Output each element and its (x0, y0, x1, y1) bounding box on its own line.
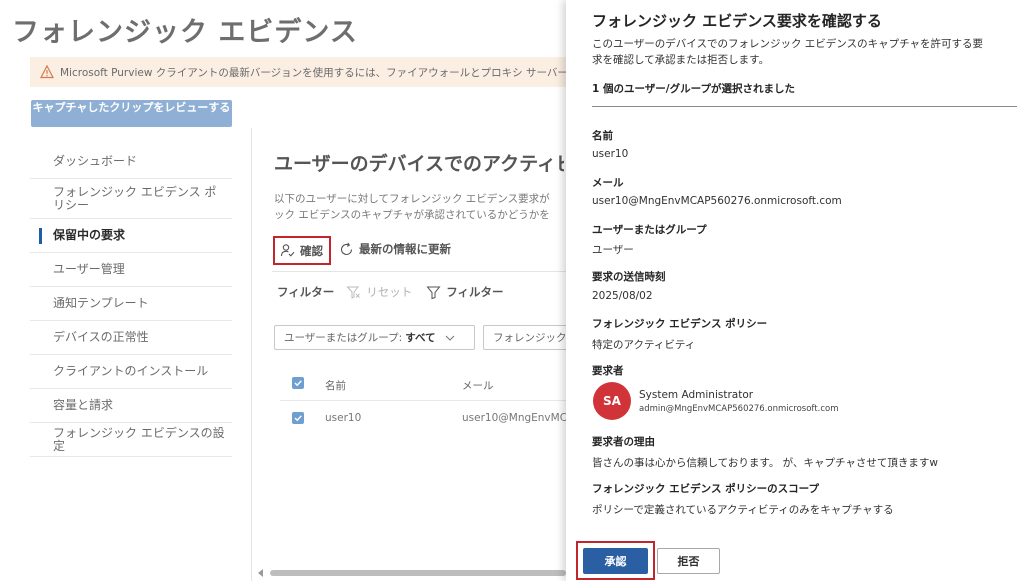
sidebar-item-capacity-billing[interactable]: 容量と請求 (30, 389, 232, 423)
scroll-thumb[interactable] (270, 570, 566, 576)
requester-label: 要求者 (592, 365, 624, 377)
sidebar-item-forensic-policy[interactable]: フォレンジック エビデンス ポリシー (30, 179, 232, 219)
chevron-down-icon (445, 332, 455, 344)
scope-value: ポリシーで定義されているアクティビティのみをキャプチャする (592, 504, 894, 516)
select-all-checkbox[interactable] (292, 377, 304, 389)
panel-title: フォレンジック エビデンス要求を確認する (592, 12, 882, 30)
warning-text: Microsoft Purview クライアントの最新バージョンを使用するには、… (60, 66, 590, 79)
sidebar-item-device-health[interactable]: デバイスの正常性 (30, 321, 232, 355)
column-header-email[interactable]: メール (462, 378, 494, 393)
filter-label: フィルター (277, 285, 335, 299)
scope-label: フォレンジック エビデンス ポリシーのスコープ (592, 483, 819, 495)
warning-banner: Microsoft Purview クライアントの最新バージョンを使用するには、… (30, 57, 590, 87)
name-value: user10 (592, 148, 629, 160)
policy-value: 特定のアクティビティ (592, 339, 696, 351)
confirm-button[interactable]: 確認 (273, 236, 331, 265)
refresh-button[interactable]: 最新の情報に更新 (339, 241, 451, 257)
refresh-label: 最新の情報に更新 (359, 242, 451, 256)
approve-button[interactable]: 承認 (583, 548, 648, 574)
review-request-panel: フォレンジック エビデンス要求を確認する このユーザーのデバイスでのフォレンジッ… (566, 0, 1024, 581)
policy-label: フォレンジック エビデンス ポリシー (592, 318, 768, 330)
reason-label: 要求者の理由 (592, 436, 655, 448)
reset-filter-button[interactable]: リセット (346, 284, 412, 300)
table-cell-name[interactable]: user10 (325, 412, 361, 424)
name-label: 名前 (592, 130, 613, 142)
forensic-dropdown[interactable]: フォレンジック (483, 325, 566, 350)
table-header-divider (280, 400, 566, 401)
sent-time-label: 要求の送信時刻 (592, 271, 666, 283)
main-heading: ユーザーのデバイスでのアクティビティ (274, 153, 564, 175)
content-divider (251, 128, 252, 581)
reject-button[interactable]: 拒否 (657, 548, 720, 574)
scroll-left-icon[interactable] (258, 569, 263, 577)
confirm-label: 確認 (300, 243, 323, 258)
panel-divider (592, 106, 1017, 107)
filter-bar: フィルター リセット フィルター (277, 284, 504, 300)
user-type-label: ユーザーまたはグループ (592, 224, 707, 236)
table-cell-email: user10@MngEnvMCAP560276.onmicrosoft.com (462, 412, 566, 424)
email-value: user10@MngEnvMCAP560276.onmicrosoft.com (592, 195, 842, 207)
column-header-name[interactable]: 名前 (325, 378, 346, 393)
toolbar-divider (272, 271, 566, 272)
email-label: メール (592, 177, 624, 189)
selected-count: 1 個のユーザー/グループが選択されました (592, 83, 795, 95)
sidebar-item-pending-requests[interactable]: 保留中の要求 (30, 219, 232, 253)
sidebar-nav: ダッシュボード フォレンジック エビデンス ポリシー 保留中の要求 ユーザー管理… (30, 145, 232, 457)
person-check-icon (280, 243, 295, 258)
user-group-value: すべて (405, 332, 436, 344)
row-checkbox[interactable] (292, 412, 304, 424)
main-description: 以下のユーザーに対してフォレンジック エビデンス要求が ック エビデンスのキャプ… (274, 193, 550, 221)
warning-icon (40, 64, 54, 79)
filter-button[interactable]: フィルター (426, 284, 504, 300)
panel-description: このユーザーのデバイスでのフォレンジック エビデンスのキャプチャを許可する要 求… (592, 38, 983, 66)
reason-value: 皆さんの事は心から信頼しております。 が、キャプチャさせて頂きますw (592, 457, 938, 469)
sidebar-item-client-install[interactable]: クライアントのインストール (30, 355, 232, 389)
page-title: フォレンジック エビデンス (12, 17, 358, 48)
sidebar-item-notification-templates[interactable]: 通知テンプレート (30, 287, 232, 321)
sidebar-item-user-management[interactable]: ユーザー管理 (30, 253, 232, 287)
filter-icon (426, 285, 441, 300)
avatar: SA (593, 382, 631, 420)
sidebar-item-dashboard[interactable]: ダッシュボード (30, 145, 232, 179)
sidebar-item-forensic-settings[interactable]: フォレンジック エビデンスの設定 (30, 423, 232, 457)
sent-time-value: 2025/08/02 (592, 290, 653, 302)
user-group-dropdown[interactable]: ユーザーまたはグループ: すべて (274, 325, 475, 350)
user-type-value: ユーザー (592, 244, 634, 256)
review-clips-button[interactable]: キャプチャしたクリップをレビューする (31, 100, 232, 127)
filter-clear-icon (346, 285, 361, 300)
refresh-icon (339, 242, 354, 257)
horizontal-scrollbar[interactable] (258, 569, 566, 577)
requester-name: System Administrator (639, 389, 754, 401)
requester-email: admin@MngEnvMCAP560276.onmicrosoft.com (639, 404, 839, 414)
